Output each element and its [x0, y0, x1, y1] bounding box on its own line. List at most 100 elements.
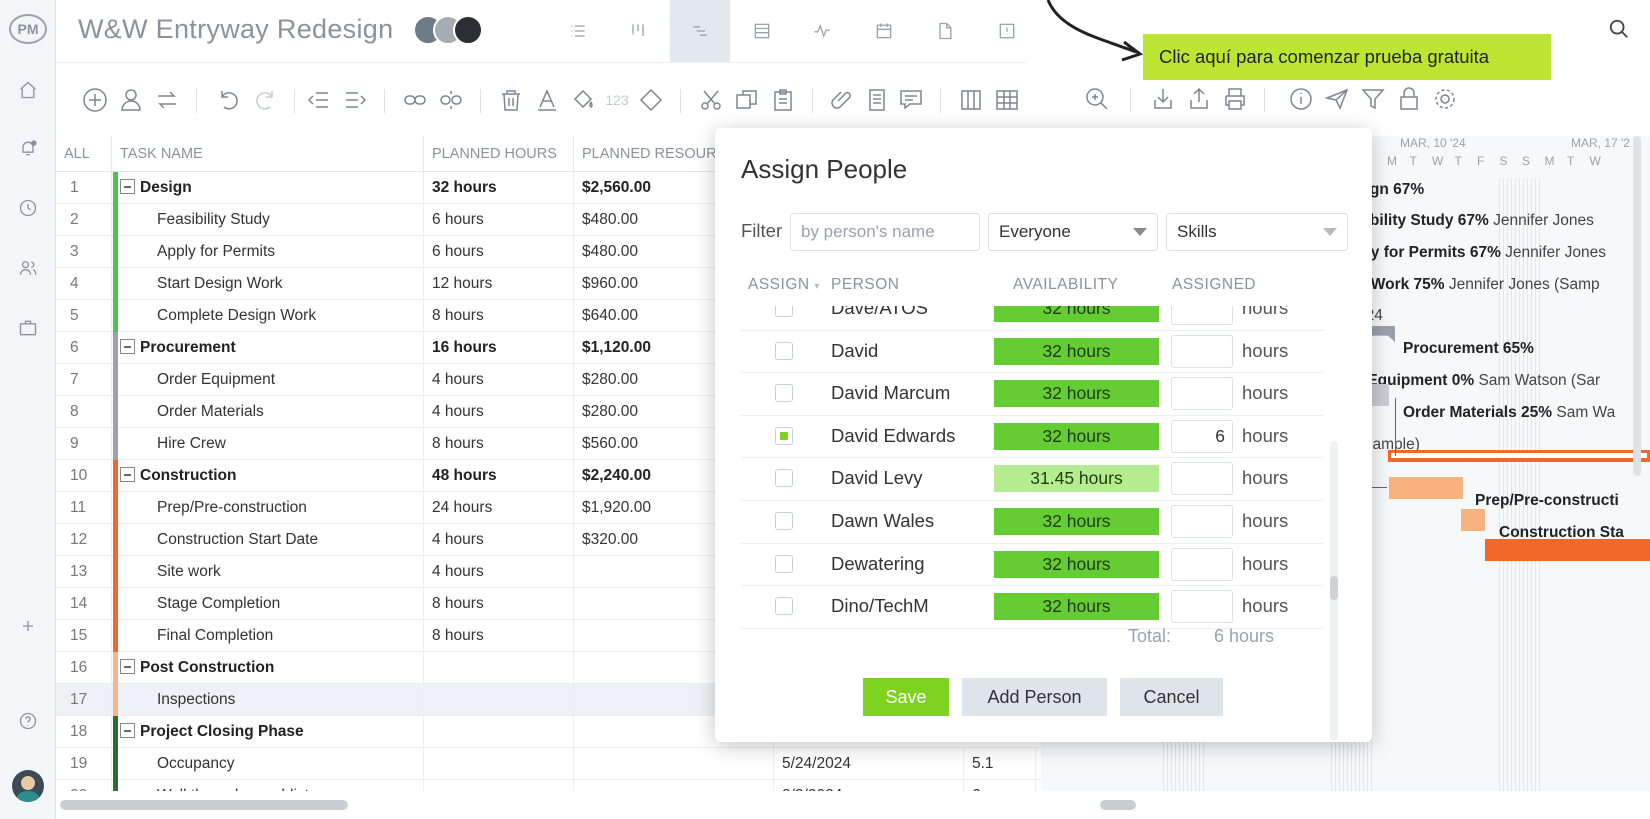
redo-icon[interactable]	[250, 85, 280, 115]
delete-icon[interactable]	[496, 85, 526, 115]
planned-hours-cell[interactable]: 8 hours	[424, 428, 574, 460]
planned-hours-cell[interactable]: 6 hours	[424, 236, 574, 268]
planned-hours-cell[interactable]	[424, 684, 574, 716]
planned-hours-cell[interactable]: 4 hours	[424, 364, 574, 396]
planned-hours-cell[interactable]: 48 hours	[424, 460, 574, 492]
col-assign[interactable]: ASSIGN ▾	[748, 276, 820, 294]
copy-icon[interactable]	[732, 85, 762, 115]
person-search-field[interactable]	[790, 213, 980, 251]
col-header-task-name[interactable]: TASK NAME	[112, 136, 424, 172]
person-row[interactable]: Dewatering 32 hours hours	[741, 542, 1324, 587]
planned-hours-cell[interactable]	[424, 716, 574, 748]
planned-hours-cell[interactable]: 16 hours	[424, 332, 574, 364]
diamond-icon[interactable]	[636, 85, 666, 115]
planned-hours-cell[interactable]: 8 hours	[424, 620, 574, 652]
gantt-view-icon[interactable]	[670, 0, 730, 62]
assign-checkbox[interactable]	[775, 426, 793, 445]
document-view-icon[interactable]	[915, 0, 975, 62]
assign-checkbox[interactable]	[775, 597, 793, 616]
pm-logo[interactable]: PM	[9, 14, 47, 44]
comment-icon[interactable]	[896, 85, 926, 115]
assigned-hours-input[interactable]	[1171, 377, 1233, 411]
collapse-icon[interactable]	[120, 467, 135, 482]
add-task-icon[interactable]	[80, 85, 110, 115]
recurring-icon[interactable]	[152, 85, 182, 115]
planned-hours-cell[interactable]: 4 hours	[424, 396, 574, 428]
date-cell[interactable]: 2/2/2024	[774, 780, 964, 791]
collapse-icon[interactable]	[120, 659, 135, 674]
planned-cost-cell[interactable]	[574, 780, 774, 791]
print-icon[interactable]	[1220, 84, 1250, 114]
planned-hours-cell[interactable]: 4 hours	[424, 556, 574, 588]
assign-checkbox[interactable]	[775, 306, 793, 317]
task-name-cell[interactable]: Construction Start Date	[112, 524, 424, 556]
time-icon[interactable]	[16, 196, 40, 220]
send-icon[interactable]	[1322, 84, 1352, 114]
attachment-icon[interactable]	[828, 85, 858, 115]
person-search-input[interactable]	[801, 222, 979, 242]
free-trial-banner[interactable]: Clic aquí para comenzar prueba gratuita	[1143, 34, 1551, 80]
gantt-horizontal-scrollbar[interactable]	[1100, 800, 1136, 810]
planned-hours-cell[interactable]: 24 hours	[424, 492, 574, 524]
col-person[interactable]: PERSON	[831, 276, 899, 294]
task-name-cell[interactable]: Walkthrough punchlist	[112, 780, 424, 791]
board-view-icon[interactable]	[608, 0, 668, 62]
help-icon[interactable]	[16, 709, 40, 733]
planned-hours-cell[interactable]: 8 hours	[424, 300, 574, 332]
person-row[interactable]: Dino/TechM 32 hours hours	[741, 584, 1324, 629]
assigned-hours-input[interactable]: 6	[1171, 419, 1233, 453]
assigned-hours-input[interactable]	[1171, 334, 1233, 368]
planned-hours-cell[interactable]: 6 hours	[424, 204, 574, 236]
collapse-icon[interactable]	[120, 179, 135, 194]
paste-icon[interactable]	[768, 85, 798, 115]
task-name-cell[interactable]: Procurement	[112, 332, 424, 364]
person-row[interactable]: David Marcum 32 hours hours	[741, 371, 1324, 416]
indent-icon[interactable]	[340, 85, 370, 115]
col-assigned[interactable]: ASSIGNED	[1172, 276, 1256, 294]
alert-view-icon[interactable]	[977, 0, 1037, 62]
lock-icon[interactable]	[1394, 84, 1424, 114]
gantt-vertical-scrollbar[interactable]	[1633, 136, 1641, 476]
team-avatar[interactable]	[453, 15, 483, 45]
planned-hours-cell[interactable]: 8 hours	[424, 588, 574, 620]
scrollbar-thumb[interactable]	[1330, 576, 1338, 600]
planned-hours-cell[interactable]: 4 hours	[424, 524, 574, 556]
task-name-cell[interactable]: Occupancy	[112, 748, 424, 780]
site-work-bar[interactable]	[1485, 539, 1650, 561]
assign-user-icon[interactable]	[116, 85, 146, 115]
order-materials-bar[interactable]	[1371, 384, 1389, 406]
dashboard-view-icon[interactable]	[792, 0, 852, 62]
task-name-cell[interactable]: Stage Completion	[112, 588, 424, 620]
task-name-cell[interactable]: Complete Design Work	[112, 300, 424, 332]
task-name-cell[interactable]: Apply for Permits	[112, 236, 424, 268]
unlink-icon[interactable]	[436, 85, 466, 115]
planned-hours-cell[interactable]	[424, 780, 574, 791]
assign-checkbox[interactable]	[775, 469, 793, 488]
table-row[interactable]: 20Walkthrough punchlist 2/2/20246	[56, 780, 1041, 791]
filter-icon[interactable]	[1358, 84, 1388, 114]
columns-icon[interactable]	[956, 85, 986, 115]
grid-horizontal-scrollbar[interactable]	[60, 800, 348, 810]
planned-cost-cell[interactable]	[574, 748, 774, 780]
task-name-cell[interactable]: Final Completion	[112, 620, 424, 652]
wbs-cell[interactable]: 5.1	[964, 748, 1036, 780]
wbs-cell[interactable]: 6	[964, 780, 1036, 791]
task-name-cell[interactable]: Inspections	[112, 684, 424, 716]
assigned-hours-input[interactable]	[1171, 590, 1233, 624]
col-header-all[interactable]: ALL	[56, 136, 112, 172]
save-button[interactable]: Save	[863, 678, 949, 716]
notifications-icon[interactable]	[16, 136, 40, 160]
table-row[interactable]: 19 Occupancy 5/24/2024 5.1	[56, 748, 1041, 780]
cut-icon[interactable]	[696, 85, 726, 115]
scope-select[interactable]: Everyone	[988, 213, 1158, 251]
planned-hours-cell[interactable]	[424, 748, 574, 780]
user-avatar[interactable]	[12, 770, 44, 802]
task-name-cell[interactable]: Project Closing Phase	[112, 716, 424, 748]
task-name-cell[interactable]: Site work	[112, 556, 424, 588]
construction-start-bar[interactable]	[1461, 509, 1485, 531]
link-icon[interactable]	[400, 85, 430, 115]
col-header-planned-hours[interactable]: PLANNED HOURS	[424, 136, 574, 172]
zoom-icon[interactable]	[1082, 84, 1112, 114]
assigned-hours-input[interactable]	[1171, 505, 1233, 538]
task-name-cell[interactable]: Hire Crew	[112, 428, 424, 460]
